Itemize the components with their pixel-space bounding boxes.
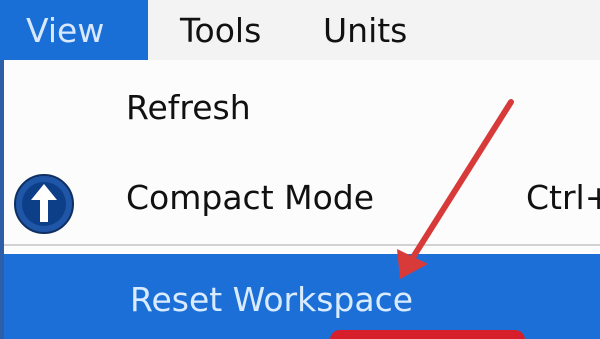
menu-item-reset-workspace-label: Reset Workspace <box>130 280 414 319</box>
menu-view-label: View <box>26 10 105 50</box>
menu-item-reset-workspace[interactable]: Reset Workspace <box>4 254 600 339</box>
screen: View Tools Units Refresh Compact Mode Ct… <box>0 0 600 339</box>
menu-separator <box>4 244 600 246</box>
menu-item-compact-mode-label: Compact Mode <box>126 178 375 217</box>
view-dropdown-menu: Refresh Compact Mode Ctrl+ Reset Workspa… <box>0 60 600 339</box>
menu-tools[interactable]: Tools <box>148 0 323 60</box>
menu-view[interactable]: View <box>0 0 148 60</box>
menu-item-refresh-label: Refresh <box>126 88 251 127</box>
red-highlight-mark <box>330 330 525 339</box>
menu-item-compact-mode-shortcut: Ctrl+ <box>526 178 600 217</box>
menu-units[interactable]: Units <box>323 0 407 60</box>
up-arrow-circle-icon <box>14 174 74 234</box>
menu-units-label: Units <box>323 10 408 50</box>
menu-item-compact-mode[interactable]: Compact Mode Ctrl+ <box>4 168 600 234</box>
menu-bar: View Tools Units <box>0 0 600 60</box>
menu-tools-label: Tools <box>180 10 262 50</box>
menu-item-refresh[interactable]: Refresh <box>4 86 600 138</box>
